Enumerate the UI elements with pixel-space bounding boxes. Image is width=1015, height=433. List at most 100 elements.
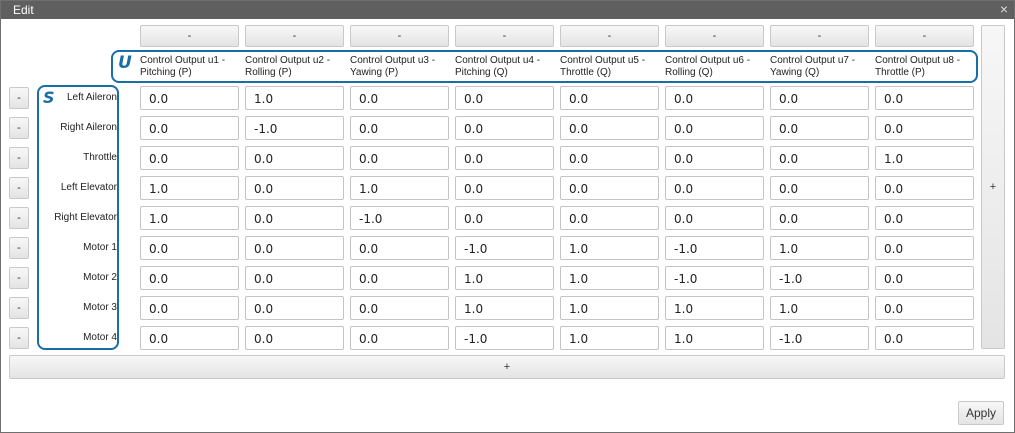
remove-column-button[interactable]: - <box>560 25 659 47</box>
matrix-cell[interactable]: 0.0 <box>140 266 239 290</box>
outputs-marker: U <box>118 53 132 73</box>
remove-column-button[interactable]: - <box>455 25 554 47</box>
matrix-cell[interactable]: 1.0 <box>140 176 239 200</box>
matrix-cell[interactable]: 0.0 <box>350 326 449 350</box>
matrix-cell[interactable]: 0.0 <box>875 326 974 350</box>
matrix-cell[interactable]: 1.0 <box>875 146 974 170</box>
remove-row-button[interactable]: - <box>9 297 29 319</box>
remove-column-button[interactable]: - <box>140 25 239 47</box>
surfaces-marker: S <box>43 88 55 107</box>
matrix-cell[interactable]: 0.0 <box>875 116 974 140</box>
remove-column-button[interactable]: - <box>350 25 449 47</box>
matrix-cell[interactable]: 0.0 <box>875 296 974 320</box>
matrix-cell[interactable]: 0.0 <box>560 146 659 170</box>
matrix-cell[interactable]: 0.0 <box>770 86 869 110</box>
matrix-cell[interactable]: 1.0 <box>560 326 659 350</box>
remove-row-button[interactable]: - <box>9 207 29 229</box>
add-row-button[interactable]: + <box>9 355 1005 379</box>
matrix-cell[interactable]: 1.0 <box>560 236 659 260</box>
matrix-cell[interactable]: -1.0 <box>245 116 344 140</box>
matrix-cell[interactable]: 1.0 <box>770 236 869 260</box>
matrix-cell[interactable]: 0.0 <box>245 266 344 290</box>
matrix-cell[interactable]: 0.0 <box>875 236 974 260</box>
remove-row-button[interactable]: - <box>9 237 29 259</box>
matrix-cell[interactable]: 0.0 <box>770 176 869 200</box>
add-column-button[interactable]: + <box>981 25 1005 349</box>
matrix-cell[interactable]: 1.0 <box>140 206 239 230</box>
matrix-cell[interactable]: 0.0 <box>665 146 764 170</box>
matrix-cell[interactable]: 0.0 <box>140 86 239 110</box>
remove-row-button[interactable]: - <box>9 87 29 109</box>
apply-button[interactable]: Apply <box>958 401 1004 425</box>
matrix-cell[interactable]: 0.0 <box>350 146 449 170</box>
matrix-cell[interactable]: 0.0 <box>140 296 239 320</box>
matrix-cell[interactable]: 0.0 <box>560 86 659 110</box>
matrix-cell[interactable]: 0.0 <box>140 236 239 260</box>
matrix-cell[interactable]: 0.0 <box>560 176 659 200</box>
matrix-cell[interactable]: -1.0 <box>665 266 764 290</box>
matrix-cell[interactable]: -1.0 <box>350 206 449 230</box>
outputs-highlight <box>111 50 978 83</box>
matrix-cell[interactable]: 1.0 <box>560 296 659 320</box>
matrix-cell[interactable]: 1.0 <box>245 86 344 110</box>
matrix-cell[interactable]: 0.0 <box>560 116 659 140</box>
matrix-cell[interactable]: 1.0 <box>665 326 764 350</box>
remove-row-button[interactable]: - <box>9 117 29 139</box>
matrix-cell[interactable]: -1.0 <box>770 326 869 350</box>
remove-column-button[interactable]: - <box>770 25 869 47</box>
matrix-cell[interactable]: 0.0 <box>665 86 764 110</box>
matrix-cell[interactable]: 0.0 <box>245 146 344 170</box>
matrix-cell[interactable]: 0.0 <box>665 176 764 200</box>
matrix-cell[interactable]: 0.0 <box>245 206 344 230</box>
matrix-cell[interactable]: 0.0 <box>350 116 449 140</box>
matrix-cell[interactable]: 0.0 <box>140 146 239 170</box>
remove-column-button[interactable]: - <box>245 25 344 47</box>
matrix-cell[interactable]: 0.0 <box>455 146 554 170</box>
remove-row-button[interactable]: - <box>9 327 29 349</box>
matrix-cell[interactable]: 0.0 <box>140 326 239 350</box>
matrix-cell[interactable]: -1.0 <box>665 236 764 260</box>
matrix-cell[interactable]: 0.0 <box>455 176 554 200</box>
remove-row-button[interactable]: - <box>9 177 29 199</box>
matrix-cell[interactable]: -1.0 <box>770 266 869 290</box>
matrix-cell[interactable]: 1.0 <box>455 266 554 290</box>
matrix-cell[interactable]: 0.0 <box>665 206 764 230</box>
edit-window: Edit × - Control Output u1 - Pitching (P) -… <box>0 0 1015 433</box>
remove-column-button[interactable]: - <box>875 25 974 47</box>
matrix-cell[interactable]: 0.0 <box>875 86 974 110</box>
remove-row-button[interactable]: - <box>9 267 29 289</box>
matrix-cell[interactable]: 1.0 <box>665 296 764 320</box>
matrix-cell[interactable]: 0.0 <box>770 116 869 140</box>
remove-row-button[interactable]: - <box>9 147 29 169</box>
matrix-cell[interactable]: 0.0 <box>350 86 449 110</box>
matrix-cell[interactable]: 0.0 <box>245 296 344 320</box>
matrix-cell[interactable]: 0.0 <box>875 266 974 290</box>
matrix-cell[interactable]: 0.0 <box>350 266 449 290</box>
matrix-cell[interactable]: 1.0 <box>560 266 659 290</box>
matrix-cell[interactable]: 0.0 <box>455 116 554 140</box>
window-title: Edit <box>13 3 34 17</box>
matrix-cell[interactable]: -1.0 <box>455 236 554 260</box>
matrix-cell[interactable]: 0.0 <box>875 176 974 200</box>
matrix-cell[interactable]: 1.0 <box>350 176 449 200</box>
matrix-cell[interactable]: 0.0 <box>140 116 239 140</box>
matrix-cell[interactable]: 0.0 <box>245 176 344 200</box>
matrix-cell[interactable]: 1.0 <box>770 296 869 320</box>
matrix-cell[interactable]: 1.0 <box>455 296 554 320</box>
matrix-cell[interactable]: 0.0 <box>350 236 449 260</box>
matrix-cell[interactable]: 0.0 <box>455 206 554 230</box>
matrix-cell[interactable]: 0.0 <box>245 236 344 260</box>
surfaces-highlight <box>37 85 119 350</box>
remove-column-button[interactable]: - <box>665 25 764 47</box>
title-bar: Edit × <box>1 1 1014 19</box>
matrix-cell[interactable]: 0.0 <box>665 116 764 140</box>
matrix-cell[interactable]: 0.0 <box>770 146 869 170</box>
matrix-cell[interactable]: 0.0 <box>455 86 554 110</box>
close-icon[interactable]: × <box>1000 1 1008 17</box>
matrix-cell[interactable]: 0.0 <box>350 296 449 320</box>
matrix-cell[interactable]: 0.0 <box>560 206 659 230</box>
matrix-cell[interactable]: 0.0 <box>245 326 344 350</box>
matrix-cell[interactable]: 0.0 <box>875 206 974 230</box>
matrix-cell[interactable]: -1.0 <box>455 326 554 350</box>
matrix-cell[interactable]: 0.0 <box>770 206 869 230</box>
